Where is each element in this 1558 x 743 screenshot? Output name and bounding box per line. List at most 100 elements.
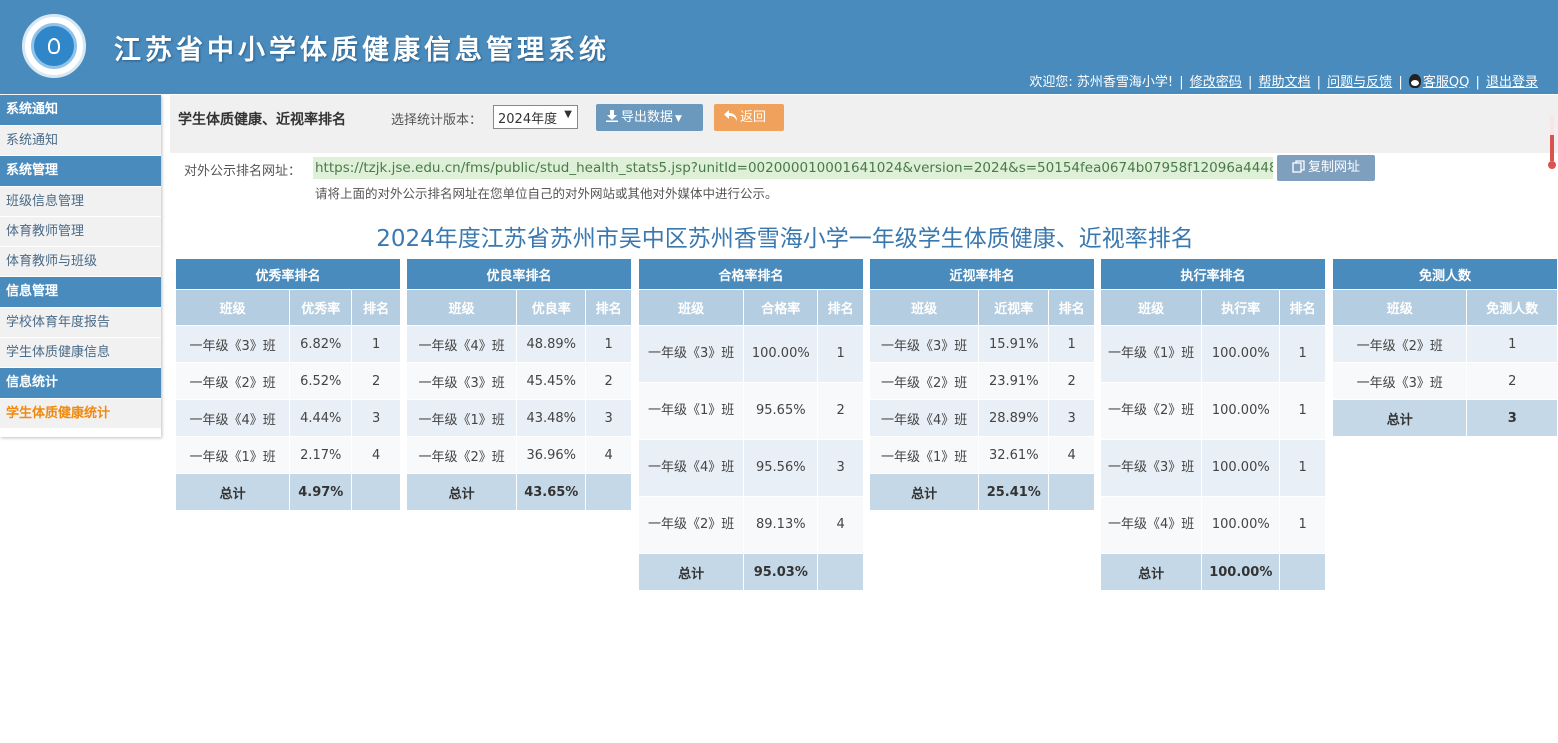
table-cell: 1: [1279, 439, 1326, 497]
table-cell: 3: [817, 439, 864, 497]
table-cell: 一年级《3》班: [868, 325, 980, 363]
table-cell: 32.61%: [978, 436, 1050, 474]
user-bar: 欢迎您: 苏州香雪海小学! | 修改密码 | 帮助文档 | 问题与反馈 | 客服…: [1029, 74, 1538, 90]
table-row: 一年级《1》班 100.00% 1: [1099, 325, 1326, 383]
sidebar-group-info-management[interactable]: 信息管理: [0, 277, 161, 307]
table-cell: 1: [585, 325, 632, 363]
table-cell: 4.44%: [289, 399, 353, 437]
table-cell: 一年级《1》班: [405, 399, 518, 437]
site-title: 江苏省中小学体质健康信息管理系统: [114, 35, 610, 66]
sidebar-group-notice[interactable]: 系统通知: [0, 95, 161, 125]
table-row: 一年级《3》班 45.45% 2: [405, 362, 632, 400]
table-title: 合格率排名: [638, 258, 864, 290]
support-qq-link[interactable]: 客服QQ: [1423, 75, 1469, 90]
good-rate-table: 优良率排名 班级 优良率 排名 一年级《4》班 48.89% 1 一年级《3》班 45.45% 2…: [405, 258, 632, 511]
export-data-button[interactable]: 导出数据 ▼: [596, 104, 703, 131]
total-cell: 100.00%: [1201, 553, 1281, 591]
caret-icon: ▼: [675, 114, 682, 124]
back-button[interactable]: 返回: [714, 104, 784, 131]
table-cell: 2: [817, 382, 864, 440]
total-cell: [817, 553, 864, 591]
logout-link[interactable]: 退出登录: [1486, 75, 1538, 90]
version-label: 选择统计版本：: [391, 113, 483, 128]
sidebar-item-class-info[interactable]: 班级信息管理: [0, 187, 161, 217]
table-cell: 3: [351, 399, 401, 437]
system-logo: [22, 14, 86, 78]
column-header: 班级: [405, 289, 518, 326]
column-header: 免测人数: [1466, 289, 1558, 326]
table-row: 一年级《4》班 28.89% 3: [868, 399, 1095, 437]
table-cell: 一年级《2》班: [637, 496, 745, 554]
table-cell: 100.00%: [743, 325, 819, 383]
exempt-count-table: 免测人数 班级 免测人数 一年级《2》班 1 一年级《3》班 2 总计 3: [1331, 258, 1558, 437]
excellent-rate-table: 优秀率排名 班级 优秀率 排名 一年级《3》班 6.82% 1 一年级《2》班 6.52% 2 一年…: [174, 258, 401, 511]
sidebar-item-teacher-class[interactable]: 体育教师与班级: [0, 247, 161, 277]
table-total-row: 总计 4.97%: [174, 473, 401, 511]
sidebar-group-system-management[interactable]: 系统管理: [0, 156, 161, 186]
table-row: 一年级《1》班 95.65% 2: [637, 382, 864, 440]
column-header: 排名: [585, 289, 632, 326]
table-cell: 48.89%: [516, 325, 587, 363]
table-cell: 3: [1048, 399, 1095, 437]
table-cell: 1: [1466, 325, 1558, 363]
table-row: 一年级《2》班 23.91% 2: [868, 362, 1095, 400]
table-row: 一年级《3》班 100.00% 1: [1099, 439, 1326, 497]
table-cell: 一年级《3》班: [1331, 362, 1468, 400]
sidebar-group-statistics[interactable]: 信息统计: [0, 368, 161, 398]
total-cell: 95.03%: [743, 553, 819, 591]
column-header: 优秀率: [289, 289, 353, 326]
table-cell: 一年级《1》班: [174, 436, 291, 474]
sidebar-item-pe-teachers[interactable]: 体育教师管理: [0, 217, 161, 247]
table-cell: 95.56%: [743, 439, 819, 497]
sidebar-item-health-stats[interactable]: 学生体质健康统计: [0, 399, 161, 429]
table-cell: 100.00%: [1201, 439, 1281, 497]
table-row: 一年级《1》班 43.48% 3: [405, 399, 632, 437]
page-title: 学生体质健康、近视率排名: [178, 112, 346, 128]
sidebar-item-system-notice[interactable]: 系统通知: [0, 126, 161, 156]
sidebar-item-health-info[interactable]: 学生体质健康信息: [0, 338, 161, 368]
version-select[interactable]: 2024年度 ▼: [493, 105, 578, 129]
report-title: 2024年度江苏省苏州市吴中区苏州香雪海小学一年级学生体质健康、近视率排名: [376, 226, 1194, 252]
table-row: 一年级《3》班 2: [1331, 362, 1558, 400]
public-url-field[interactable]: https://tzjk.jse.edu.cn/fms/public/stud_…: [313, 157, 1273, 179]
table-cell: 2: [585, 362, 632, 400]
table-caption-row: 执行率排名: [1100, 258, 1326, 290]
change-password-link[interactable]: 修改密码: [1190, 75, 1242, 90]
table-cell: 一年级《3》班: [1099, 439, 1203, 497]
table-title: 免测人数: [1332, 258, 1558, 290]
copy-url-label: 复制网址: [1307, 160, 1360, 175]
total-cell: [351, 473, 401, 511]
caret-down-icon: ▼: [564, 109, 572, 120]
table-cell: 2: [1048, 362, 1095, 400]
table-cell: 1: [1279, 325, 1326, 383]
table-cell: 1: [1279, 496, 1326, 554]
version-value: 2024年度: [498, 112, 558, 127]
table-cell: 89.13%: [743, 496, 819, 554]
table-total-row: 总计 25.41%: [868, 473, 1095, 511]
total-cell: 总计: [174, 473, 291, 511]
thermometer-icon: [1548, 115, 1556, 169]
total-cell: 43.65%: [516, 473, 587, 511]
table-cell: 100.00%: [1201, 382, 1281, 440]
table-cell: 2: [1466, 362, 1558, 400]
table-cell: 一年级《2》班: [405, 436, 518, 474]
table-cell: 4: [817, 496, 864, 554]
table-cell: 一年级《3》班: [174, 325, 291, 363]
table-title: 优秀率排名: [175, 258, 401, 290]
public-url-hint: 请将上面的对外公示排名网址在您单位自己的对外网站或其他对外媒体中进行公示。: [315, 186, 778, 201]
column-header: 班级: [868, 289, 980, 326]
table-cell: 4: [351, 436, 401, 474]
table-cell: 一年级《1》班: [868, 436, 980, 474]
table-cell: 100.00%: [1201, 496, 1281, 554]
help-docs-link[interactable]: 帮助文档: [1258, 75, 1310, 90]
table-caption-row: 合格率排名: [638, 258, 864, 290]
total-cell: [1279, 553, 1326, 591]
table-cell: 23.91%: [978, 362, 1050, 400]
column-header: 执行率: [1201, 289, 1281, 326]
copy-url-button[interactable]: 复制网址: [1277, 155, 1375, 181]
sidebar-item-annual-report[interactable]: 学校体育年度报告: [0, 308, 161, 338]
table-cell: 一年级《4》班: [405, 325, 518, 363]
column-header: 排名: [817, 289, 864, 326]
table-cell: 一年级《2》班: [174, 362, 291, 400]
feedback-link[interactable]: 问题与反馈: [1327, 75, 1392, 90]
